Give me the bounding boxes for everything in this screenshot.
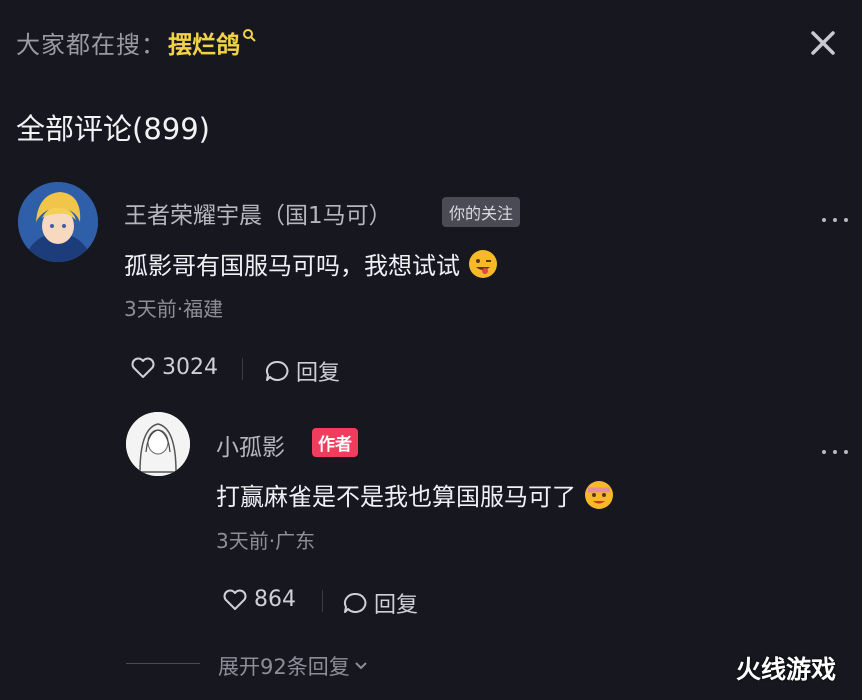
comment-text: 孤影哥有国服马可吗，我想试试	[124, 252, 460, 280]
reply-text-row: 打赢麻雀是不是我也算国服马可了	[216, 477, 614, 516]
reply-reply-label: 回复	[374, 593, 419, 618]
watermark: 火线游戏	[736, 655, 837, 684]
close-icon	[811, 31, 835, 55]
dot	[844, 218, 848, 222]
close-button[interactable]	[806, 26, 840, 60]
comment-username[interactable]: 王者荣耀宇晨（国1马可）	[124, 196, 392, 230]
wink-tongue-emoji-icon	[468, 249, 498, 285]
expand-divider-line	[126, 663, 200, 664]
search-prefix-label: 大家都在搜：	[16, 30, 166, 59]
reply-like-button[interactable]: 864	[222, 587, 296, 612]
like-button[interactable]: 3024	[130, 355, 218, 380]
comment-text-row: 孤影哥有国服马可吗，我想试试	[124, 246, 498, 285]
reply-username[interactable]: 小孤影	[216, 428, 285, 462]
reply-button[interactable]: 回复	[264, 355, 340, 387]
comments-title: 全部评论(899)	[16, 112, 210, 146]
reply-more-button[interactable]	[822, 442, 848, 462]
expand-replies-button[interactable]: 展开92条回复	[218, 651, 368, 681]
chevron-down-icon	[354, 661, 368, 671]
heart-icon	[130, 356, 156, 380]
reply-label: 回复	[296, 361, 341, 386]
avatar[interactable]	[18, 182, 98, 262]
search-icon	[242, 28, 256, 42]
reply-text: 打赢麻雀是不是我也算国服马可了	[216, 483, 576, 511]
comment-bubble-icon	[264, 359, 290, 383]
heart-icon	[222, 588, 248, 612]
comment-meta: 3天前·福建	[124, 297, 224, 321]
search-suggestion[interactable]: 大家都在搜： 摆烂鸽	[16, 24, 256, 60]
reply-reply-button[interactable]: 回复	[342, 587, 418, 619]
search-term-link[interactable]: 摆烂鸽	[168, 25, 240, 60]
dot	[822, 218, 826, 222]
dot	[833, 450, 837, 454]
divider	[242, 358, 243, 380]
reply-like-count: 864	[254, 587, 296, 612]
comment-bubble-icon	[342, 591, 368, 615]
following-badge: 你的关注	[442, 197, 521, 227]
dot	[822, 450, 826, 454]
bandage-face-emoji-icon	[584, 480, 614, 516]
reply-meta: 3天前·广东	[216, 529, 316, 553]
comment-more-button[interactable]	[822, 210, 848, 230]
dot	[833, 218, 837, 222]
dot	[844, 450, 848, 454]
divider	[322, 590, 323, 612]
like-count: 3024	[162, 355, 218, 380]
author-badge: 作者	[312, 428, 358, 457]
reply-avatar[interactable]	[126, 412, 190, 476]
expand-replies-label: 展开92条回复	[218, 655, 350, 679]
